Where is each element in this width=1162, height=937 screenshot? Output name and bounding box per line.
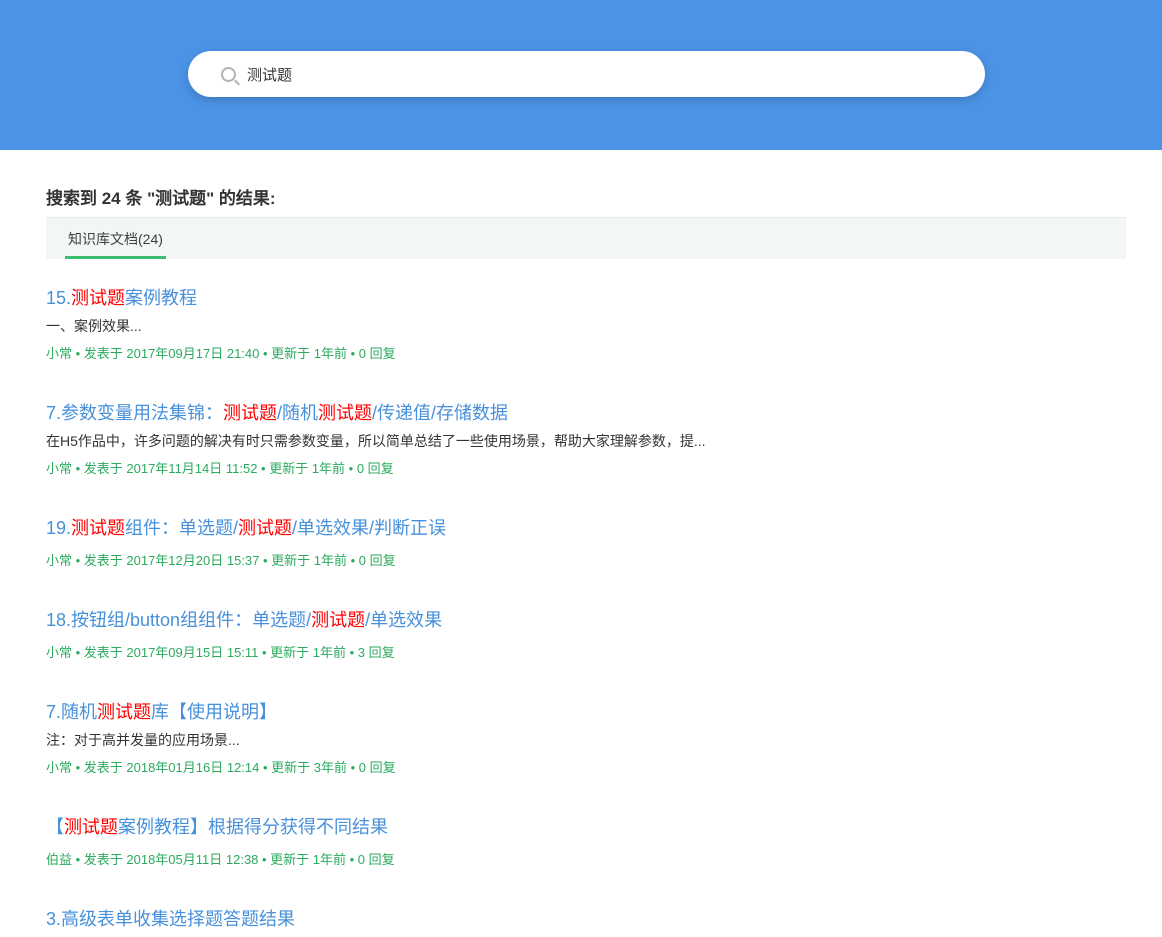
- title-text: 7.随机: [46, 702, 98, 722]
- result-meta: 小常 • 发表于 2018年01月16日 12:14 • 更新于 3年前 • 0…: [46, 760, 396, 775]
- highlighted-keyword: 测试题: [238, 518, 293, 538]
- title-text: /单选效果/判断正误: [292, 518, 447, 538]
- result-item: 18.按钮组/button组组件：单选题/测试题/单选效果小常 • 发表于 20…: [46, 608, 1126, 662]
- result-meta: 小常 • 发表于 2017年12月20日 15:37 • 更新于 1年前 • 0…: [46, 553, 396, 568]
- title-text: /随机: [277, 403, 319, 423]
- title-text: 18.按钮组/button组组件：单选题/: [46, 610, 312, 630]
- title-text: 组件：单选题/: [125, 518, 239, 538]
- title-text: 库【使用说明】: [151, 702, 278, 722]
- title-text: /单选效果: [365, 610, 443, 630]
- search-icon[interactable]: [221, 66, 236, 82]
- title-text: 案例教程: [125, 288, 198, 308]
- results-summary: 搜索到 24 条 "测试题" 的结果:: [46, 189, 276, 208]
- tab-label: 知识库文档(24): [68, 231, 163, 247]
- highlighted-keyword: 测试题: [64, 817, 118, 837]
- result-title-link[interactable]: 【测试题案例教程】根据得分获得不同结果: [46, 815, 1126, 839]
- title-text: 19.: [46, 518, 72, 538]
- result-title-link[interactable]: 7.随机测试题库【使用说明】: [46, 700, 1126, 724]
- result-item: 7.随机测试题库【使用说明】注：对于高并发量的应用场景... 小常 • 发表于 2…: [46, 700, 1126, 777]
- result-title-link[interactable]: 7.参数变量用法集锦：测试题/随机测试题/传递值/存储数据: [46, 401, 1126, 425]
- results-list: 15.测试题案例教程 一、案例效果... 小常 • 发表于 2017年09月17日 …: [46, 286, 1126, 931]
- title-text: 案例教程】根据得分获得不同结果: [118, 817, 388, 837]
- title-text: 3.高级表单收集选择题答题结果: [46, 909, 296, 929]
- app-header: [0, 0, 1162, 150]
- title-text: 【: [46, 817, 64, 837]
- result-item: 15.测试题案例教程一、案例效果... 小常 • 发表于 2017年09月17日 …: [46, 286, 1126, 363]
- search-input[interactable]: [247, 65, 967, 83]
- title-text: 7.参数变量用法集锦：: [46, 403, 224, 423]
- result-item: 【测试题案例教程】根据得分获得不同结果伯益 • 发表于 2018年05月11日 …: [46, 815, 1126, 869]
- result-snippet: 在H5作品中，许多问题的解决有时只需参数变量，所以简单总结了一些使用场景，帮助大…: [46, 433, 706, 449]
- result-title-link[interactable]: 3.高级表单收集选择题答题结果: [46, 907, 1126, 931]
- result-title-link[interactable]: 18.按钮组/button组组件：单选题/测试题/单选效果: [46, 608, 1126, 632]
- tab-knowledge-base-docs[interactable]: 知识库文档(24): [65, 218, 166, 259]
- result-meta: 小常 • 发表于 2017年09月15日 15:11 • 更新于 1年前 • 3…: [46, 645, 395, 660]
- result-title-link[interactable]: 15.测试题案例教程: [46, 286, 1126, 310]
- result-snippet: 注：对于高并发量的应用场景...: [46, 732, 240, 748]
- search-box[interactable]: [188, 51, 985, 97]
- result-meta: 伯益 • 发表于 2018年05月11日 12:38 • 更新于 1年前 • 0…: [46, 852, 395, 867]
- title-text: 15.: [46, 288, 72, 308]
- result-meta: 小常 • 发表于 2017年11月14日 11:52 • 更新于 1年前 • 0…: [46, 461, 394, 476]
- highlighted-keyword: 测试题: [71, 288, 126, 308]
- result-title-link[interactable]: 19.测试题组件：单选题/测试题/单选效果/判断正误: [46, 516, 1126, 540]
- highlighted-keyword: 测试题: [71, 518, 126, 538]
- result-snippet: 一、案例效果...: [46, 318, 142, 334]
- tab-bar: 知识库文档(24): [46, 217, 1126, 259]
- title-text: /传递值/存储数据: [372, 403, 509, 423]
- highlighted-keyword: 测试题: [97, 702, 152, 722]
- result-item: 19.测试题组件：单选题/测试题/单选效果/判断正误 小常 • 发表于 2017年…: [46, 516, 1126, 570]
- result-item: 7.参数变量用法集锦：测试题/随机测试题/传递值/存储数据 在H5作品中，许多问题…: [46, 401, 1126, 478]
- highlighted-keyword: 测试题: [223, 403, 278, 423]
- result-item: 3.高级表单收集选择题答题结果: [46, 907, 1126, 931]
- search-results-page: 搜索到 24 条 "测试题" 的结果: 知识库文档(24) 15.测试题案例教程…: [0, 187, 1162, 931]
- result-meta: 小常 • 发表于 2017年09月17日 21:40 • 更新于 1年前 • 0…: [46, 346, 396, 361]
- highlighted-keyword: 测试题: [311, 610, 366, 630]
- highlighted-keyword: 测试题: [318, 403, 373, 423]
